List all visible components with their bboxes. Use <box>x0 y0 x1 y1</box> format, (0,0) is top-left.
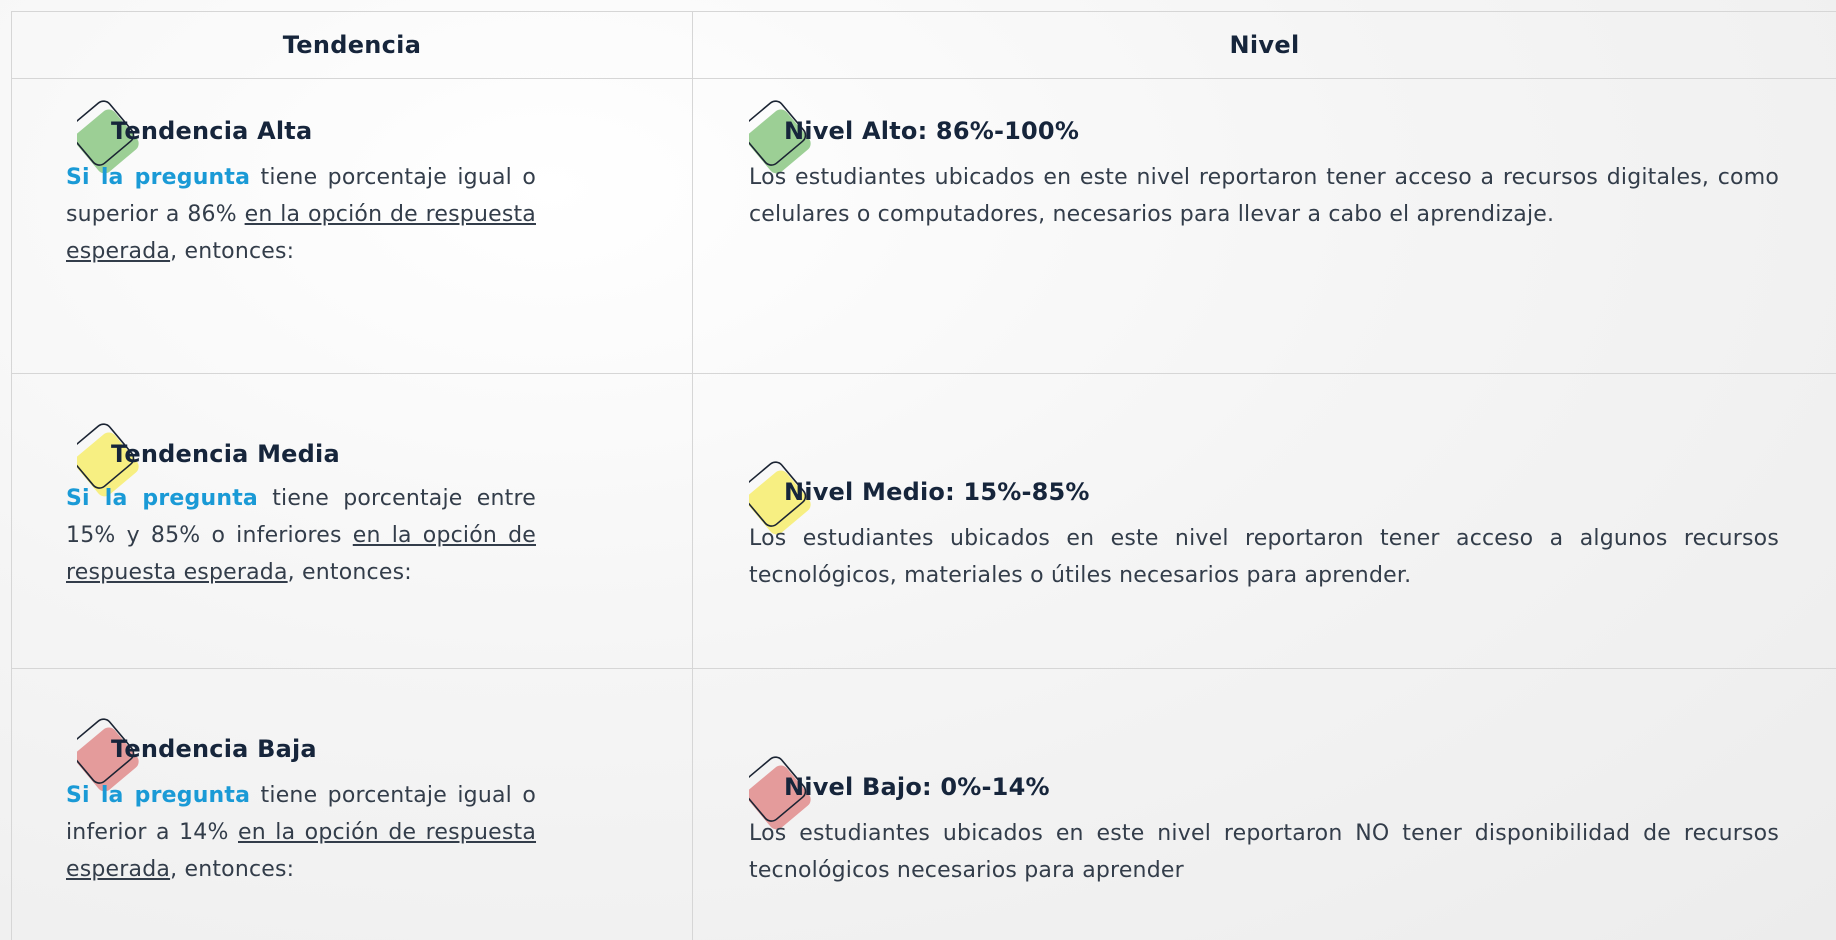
tendencia-media-title: Tendencia Media <box>111 440 340 468</box>
nivel-bajo-title: Nivel Bajo: 0%-14% <box>784 773 1050 801</box>
lead-text: Si la pregunta <box>66 486 258 511</box>
nivel-cell: Nivel Medio: 15%-85% Los estudiantes ubi… <box>692 373 1836 669</box>
page: Tendencia Nivel Tendencia Alta Si la pre… <box>0 0 1836 940</box>
header-nivel: Nivel <box>692 11 1836 79</box>
tendencia-cell: Tendencia Baja Si la pregunta tiene porc… <box>11 668 693 940</box>
nivel-medio-text: Los estudiantes ubicados en este nivel r… <box>749 526 1779 588</box>
levels-table: Tendencia Nivel Tendencia Alta Si la pre… <box>11 11 1836 940</box>
lead-text: Si la pregunta <box>66 783 251 808</box>
nivel-medio-title: Nivel Medio: 15%-85% <box>784 478 1090 506</box>
nivel-alto-title: Nivel Alto: 86%-100% <box>784 117 1080 145</box>
tendencia-alta-text: Si la pregunta tiene porcentaje igual o … <box>66 159 536 270</box>
tendencia-cell: Tendencia Alta Si la pregunta tiene porc… <box>11 78 693 374</box>
body-text: , entonces: <box>170 239 295 264</box>
nivel-cell: Nivel Bajo: 0%-14% Los estudiantes ubica… <box>692 668 1836 940</box>
table-row: Tendencia Baja Si la pregunta tiene porc… <box>11 668 1836 940</box>
tendencia-alta-title: Tendencia Alta <box>111 117 313 145</box>
nivel-bajo-text: Los estudiantes ubicados en este nivel r… <box>749 821 1779 883</box>
table-row: Tendencia Media Si la pregunta tiene por… <box>11 373 1836 669</box>
tendencia-cell: Tendencia Media Si la pregunta tiene por… <box>11 373 693 669</box>
table-row: Tendencia Alta Si la pregunta tiene porc… <box>11 78 1836 374</box>
tendencia-media-text: Si la pregunta tiene porcentaje entre 15… <box>66 480 536 591</box>
tendencia-baja-text: Si la pregunta tiene porcentaje igual o … <box>66 777 536 888</box>
header-tendencia: Tendencia <box>11 11 693 79</box>
nivel-cell: Nivel Alto: 86%-100% Los estudiantes ubi… <box>692 78 1836 374</box>
body-text: , entonces: <box>287 560 412 585</box>
body-text: , entonces: <box>170 857 295 882</box>
nivel-alto-text: Los estudiantes ubicados en este nivel r… <box>749 165 1779 227</box>
header-row: Tendencia Nivel <box>11 11 1836 79</box>
lead-text: Si la pregunta <box>66 165 251 190</box>
tendencia-baja-title: Tendencia Baja <box>111 735 317 763</box>
